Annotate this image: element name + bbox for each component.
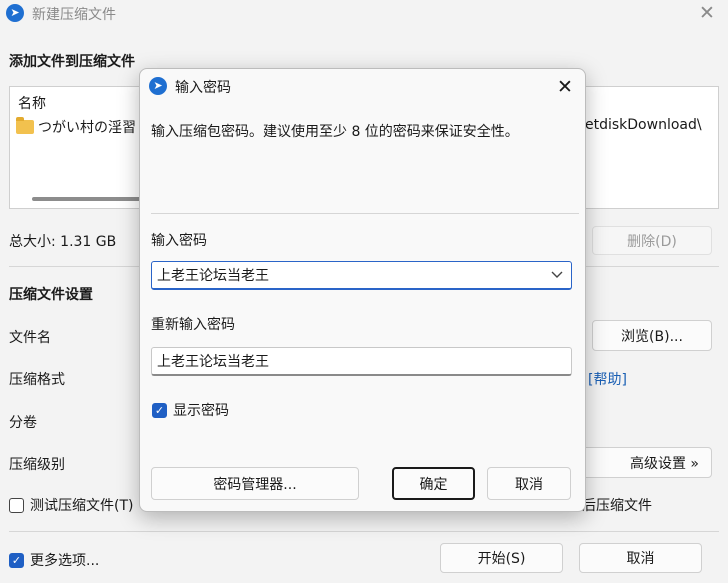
show-password-checkbox[interactable]: ✓ bbox=[152, 402, 167, 418]
split-label: 分卷 bbox=[9, 415, 37, 431]
level-label: 压缩级别 bbox=[9, 457, 65, 473]
help-link[interactable]: [帮助] bbox=[588, 369, 627, 389]
filename-label: 文件名 bbox=[9, 330, 51, 346]
dialog-close-button[interactable]: ✕ bbox=[550, 73, 580, 101]
reenter-password-input[interactable]: 上老王论坛当老王 bbox=[151, 347, 572, 376]
dialog-title: 输入密码 bbox=[175, 80, 231, 96]
chevron-down-icon[interactable] bbox=[551, 268, 563, 282]
folder-icon bbox=[16, 117, 34, 134]
more-options-option[interactable]: ✓ 更多选项... bbox=[9, 550, 99, 570]
list-item[interactable]: つがい村の淫習 bbox=[16, 117, 136, 137]
file-path: etdiskDownload\ bbox=[585, 117, 702, 133]
test-archive-label: 测试压缩文件(T) bbox=[30, 498, 134, 514]
show-password-option[interactable]: ✓ 显示密码 bbox=[152, 400, 229, 420]
ok-button[interactable]: 确定 bbox=[392, 467, 475, 500]
dialog-logo-icon: ➤ bbox=[149, 77, 167, 95]
delete-after-label: 后压缩文件 bbox=[582, 498, 652, 514]
horizontal-scrollbar[interactable] bbox=[32, 197, 152, 201]
reenter-password-label: 重新输入密码 bbox=[151, 317, 235, 333]
window-close-button[interactable]: ✕ bbox=[692, 0, 722, 27]
password-combobox[interactable]: 上老王论坛当老王 bbox=[151, 261, 572, 290]
file-name: つがい村の淫習 bbox=[38, 120, 136, 136]
browse-button[interactable]: 浏览(B)... bbox=[592, 320, 712, 351]
password-manager-button[interactable]: 密码管理器... bbox=[151, 467, 359, 500]
dialog-cancel-button[interactable]: 取消 bbox=[487, 467, 571, 500]
column-header-name[interactable]: 名称 bbox=[18, 93, 46, 113]
total-size: 总大小: 1.31 GB bbox=[9, 234, 117, 250]
format-label: 压缩格式 bbox=[9, 372, 65, 388]
start-button[interactable]: 开始(S) bbox=[440, 543, 563, 573]
test-archive-option[interactable]: 测试压缩文件(T) bbox=[9, 495, 133, 515]
dialog-divider bbox=[151, 213, 579, 214]
window-title: 新建压缩文件 bbox=[32, 7, 116, 23]
more-options-label: 更多选项... bbox=[30, 553, 100, 569]
app-logo-icon: ➤ bbox=[6, 4, 24, 22]
files-section-title: 添加文件到压缩文件 bbox=[9, 54, 135, 70]
footer-divider bbox=[9, 531, 719, 532]
main-cancel-button[interactable]: 取消 bbox=[579, 543, 702, 573]
password-dialog: ➤ 输入密码 ✕ 输入压缩包密码。建议使用至少 8 位的密码来保证安全性。 输入… bbox=[139, 68, 586, 512]
dialog-description: 输入压缩包密码。建议使用至少 8 位的密码来保证安全性。 bbox=[151, 124, 519, 140]
advanced-settings-button[interactable]: 高级设置 » bbox=[568, 447, 712, 478]
more-options-checkbox[interactable]: ✓ bbox=[9, 552, 24, 568]
password-label: 输入密码 bbox=[151, 233, 207, 249]
test-archive-checkbox[interactable] bbox=[9, 497, 24, 513]
delete-button[interactable]: 删除(D) bbox=[592, 226, 712, 255]
show-password-label: 显示密码 bbox=[173, 403, 229, 419]
reenter-password-value: 上老王论坛当老王 bbox=[157, 354, 269, 370]
password-value: 上老王论坛当老王 bbox=[157, 268, 269, 284]
settings-section-title: 压缩文件设置 bbox=[9, 287, 93, 303]
title-bar: ➤ 新建压缩文件 ✕ bbox=[0, 0, 728, 30]
